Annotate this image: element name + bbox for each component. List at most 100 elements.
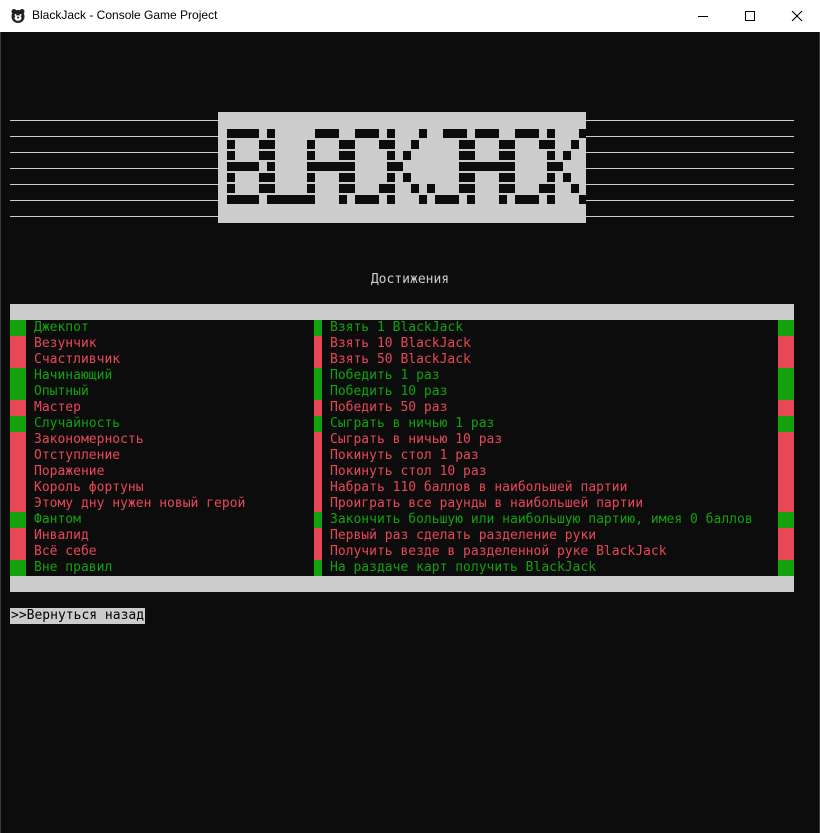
status-marker-mid — [314, 528, 322, 544]
logo-letter — [427, 129, 467, 204]
achievement-name: Инвалид — [34, 528, 89, 543]
achievement-name: Начинающий — [34, 368, 113, 383]
achievement-name: Вне правил — [34, 560, 113, 575]
achievement-description: Победить 1 раз — [330, 368, 440, 383]
status-marker-mid — [314, 320, 322, 336]
stripe-line — [10, 152, 218, 153]
logo-letter — [267, 129, 307, 204]
achievement-name: Опытный — [34, 384, 89, 399]
achievement-name: Джекпот — [34, 320, 89, 335]
achievement-description: На раздаче карт получить BlackJack — [330, 560, 597, 575]
logo-letter — [507, 129, 547, 204]
achievement-description: Покинуть стол 10 раз — [330, 464, 487, 479]
achievement-row: Закономерность Сыграть в ничью 10 раз — [10, 432, 794, 448]
status-marker-left — [10, 544, 26, 560]
achievement-name: Этому дну нужен новый герой — [34, 496, 246, 511]
stripe-line — [586, 200, 794, 201]
stripe-line — [586, 168, 794, 169]
achievement-name: Мастер — [34, 400, 81, 415]
stripe-line — [10, 136, 218, 137]
back-menu-option[interactable]: >>Вернуться назад — [10, 608, 146, 624]
achievement-row: Начинающий Победить 1 раз — [10, 368, 794, 384]
stripe-line — [10, 120, 218, 121]
logo-letter — [547, 129, 587, 204]
status-marker-mid — [314, 512, 322, 528]
status-marker-mid — [314, 368, 322, 384]
status-marker-right — [778, 560, 794, 576]
achievement-name: Везунчик — [34, 336, 97, 351]
achievement-description: Взять 1 BlackJack — [330, 320, 464, 335]
status-marker-left — [10, 384, 26, 400]
title-bar[interactable]: BlackJack - Console Game Project — [0, 0, 820, 32]
status-marker-mid — [314, 544, 322, 560]
stripe-line — [586, 184, 794, 185]
logo-letter — [227, 129, 267, 204]
status-marker-right — [778, 496, 794, 512]
achievement-description: Взять 50 BlackJack — [330, 352, 471, 367]
status-marker-mid — [314, 416, 322, 432]
logo-letter — [307, 129, 347, 204]
status-marker-right — [778, 480, 794, 496]
achievement-description: Сыграть в ничью 10 раз — [330, 432, 503, 447]
status-marker-right — [778, 464, 794, 480]
stripe-line — [10, 184, 218, 185]
stripe-line — [586, 120, 794, 121]
window-title: BlackJack - Console Game Project — [32, 8, 218, 22]
stripe-line — [10, 168, 218, 169]
status-marker-mid — [314, 448, 322, 464]
status-marker-left — [10, 400, 26, 416]
status-marker-mid — [314, 464, 322, 480]
achievement-name: Счастливчик — [34, 352, 121, 367]
status-marker-right — [778, 352, 794, 368]
status-marker-mid — [314, 432, 322, 448]
status-marker-left — [10, 528, 26, 544]
status-marker-left — [10, 416, 26, 432]
achievement-row: Везунчик Взять 10 BlackJack — [10, 336, 794, 352]
minimize-button[interactable] — [680, 0, 726, 32]
achievement-row: Этому дну нужен новый герой Проиграть все… — [10, 496, 794, 512]
status-marker-left — [10, 448, 26, 464]
stripe-line — [586, 216, 794, 217]
close-button[interactable] — [774, 0, 820, 32]
achievement-name: Фантом — [34, 512, 81, 527]
logo-letter — [387, 129, 427, 204]
achievement-description: Сыграть в ничью 1 раз — [330, 416, 495, 431]
achievement-row: Мастер Победить 50 раз — [10, 400, 794, 416]
status-marker-left — [10, 512, 26, 528]
table-bottom-bar — [10, 576, 794, 592]
status-marker-right — [778, 336, 794, 352]
achievement-description: Взять 10 BlackJack — [330, 336, 471, 351]
stripe-line — [10, 216, 218, 217]
status-marker-mid — [314, 480, 322, 496]
status-marker-left — [10, 432, 26, 448]
status-marker-mid — [314, 336, 322, 352]
achievement-row: Отступление Покинуть стол 1 раз — [10, 448, 794, 464]
achievement-description: Покинуть стол 1 раз — [330, 448, 479, 463]
status-marker-left — [10, 560, 26, 576]
logo-pixel-text — [227, 129, 587, 204]
status-marker-mid — [314, 560, 322, 576]
status-marker-right — [778, 400, 794, 416]
maximize-icon — [745, 11, 755, 21]
achievement-description: Первый раз сделать разделение руки — [330, 528, 597, 543]
status-marker-right — [778, 512, 794, 528]
achievement-description: Получить везде в разделенной руке BlackJ… — [330, 544, 667, 559]
status-marker-right — [778, 432, 794, 448]
status-marker-mid — [314, 352, 322, 368]
achievement-name: Всё себе — [34, 544, 97, 559]
status-marker-left — [10, 368, 26, 384]
status-marker-right — [778, 544, 794, 560]
achievement-name: Случайность — [34, 416, 121, 431]
status-marker-right — [778, 368, 794, 384]
maximize-button[interactable] — [727, 0, 773, 32]
section-title: Достижения — [370, 272, 450, 287]
status-marker-left — [10, 480, 26, 496]
status-marker-left — [10, 320, 26, 336]
logo-letter — [347, 129, 387, 204]
bear-icon — [11, 9, 25, 23]
achievement-name: Поражение — [34, 464, 105, 479]
stripe-line — [586, 152, 794, 153]
blackjack-logo — [218, 112, 587, 223]
status-marker-left — [10, 352, 26, 368]
achievement-row: Случайность Сыграть в ничью 1 раз — [10, 416, 794, 432]
